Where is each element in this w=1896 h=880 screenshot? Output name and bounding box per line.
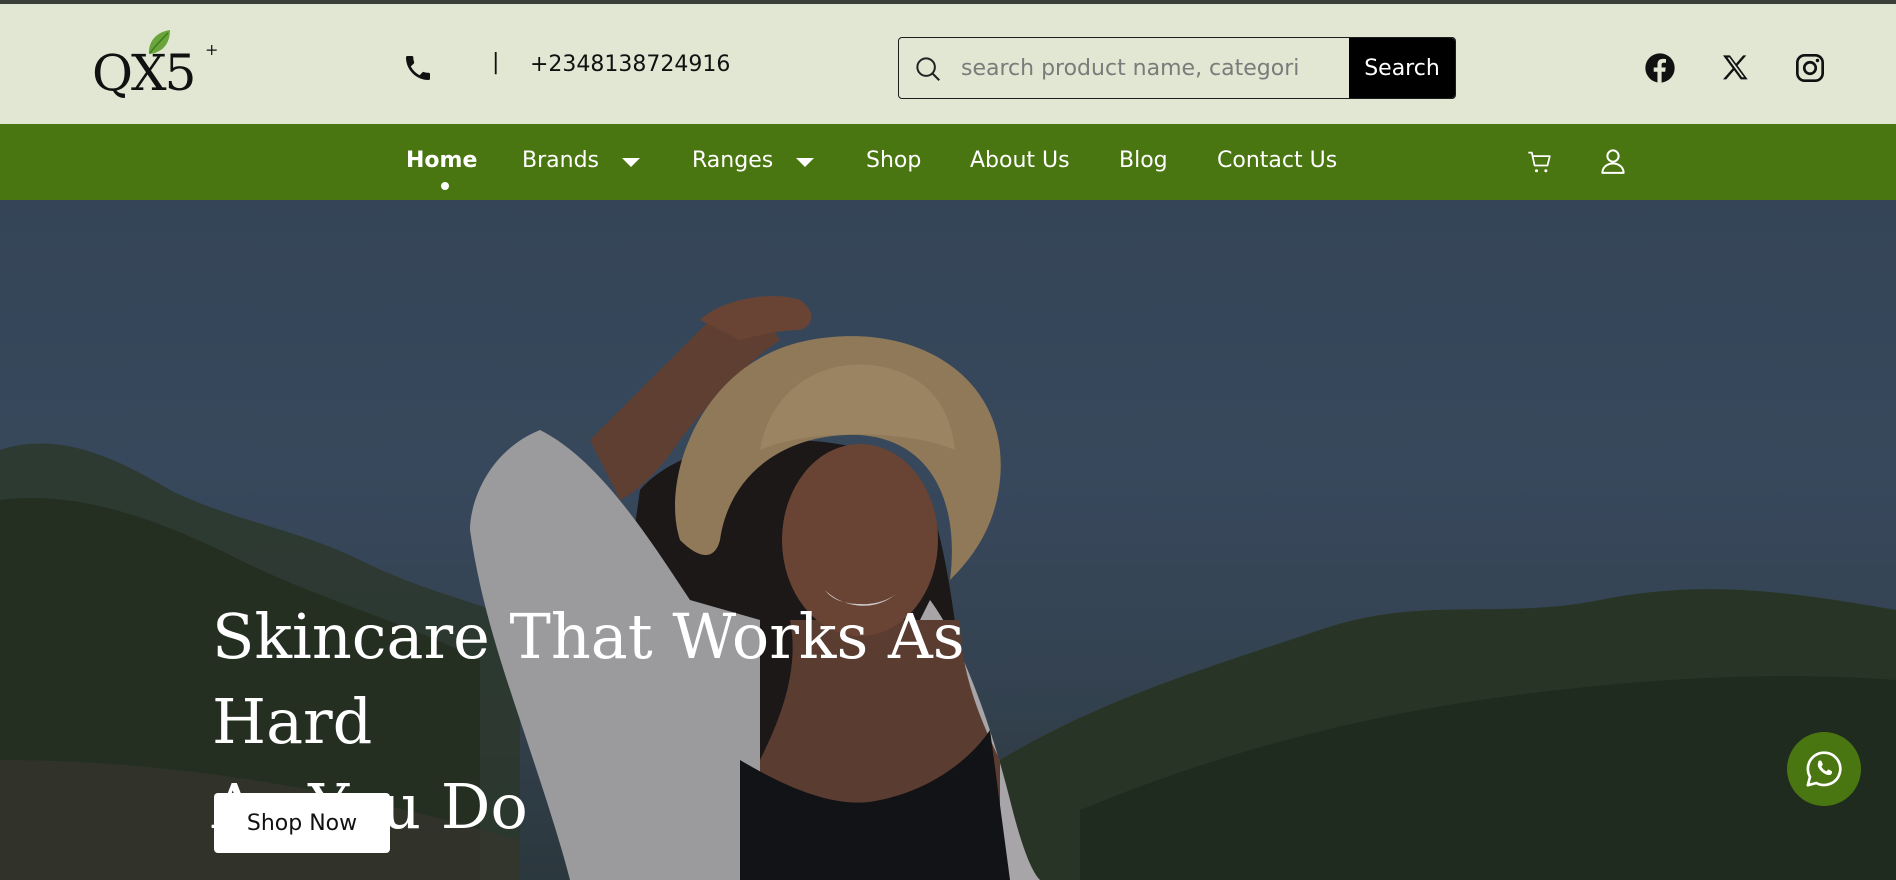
nav-item-about-us[interactable]: About Us <box>970 148 1070 173</box>
active-indicator <box>441 182 449 190</box>
logo-superscript: + <box>205 40 219 59</box>
shop-now-button[interactable]: Shop Now <box>214 793 390 853</box>
phone-icon <box>406 56 430 80</box>
search-input[interactable] <box>961 38 1349 98</box>
x-icon[interactable] <box>1719 52 1751 84</box>
cart-icon[interactable] <box>1526 148 1554 176</box>
nav-item-ranges[interactable]: Ranges <box>692 148 773 173</box>
phone-separator: | <box>492 50 500 75</box>
search-button[interactable]: Search <box>1349 38 1455 98</box>
nav-item-blog[interactable]: Blog <box>1119 148 1168 173</box>
site-header: QX5 + | +2348138724916 Search <box>0 4 1896 124</box>
nav-item-shop[interactable]: Shop <box>866 148 921 173</box>
logo[interactable]: QX5 + <box>92 28 222 112</box>
whatsapp-button[interactable] <box>1787 732 1861 806</box>
chevron-down-icon[interactable] <box>796 158 814 167</box>
nav-item-contact-us[interactable]: Contact Us <box>1217 148 1337 173</box>
nav-item-home[interactable]: Home <box>406 148 477 173</box>
chevron-down-icon[interactable] <box>622 158 640 167</box>
hero-banner: Skincare That Works As Hard As You Do Sh… <box>0 200 1896 880</box>
search-icon <box>916 57 940 81</box>
logo-text: QX5 <box>92 44 196 102</box>
phone-number[interactable]: +2348138724916 <box>530 52 730 77</box>
whatsapp-icon <box>1806 751 1842 787</box>
main-nav: Home Brands Ranges Shop About Us Blog Co… <box>0 124 1896 200</box>
nav-item-brands[interactable]: Brands <box>522 148 599 173</box>
user-icon[interactable] <box>1598 146 1628 176</box>
search-bar: Search <box>898 37 1456 99</box>
hero-title-line-1: Skincare That Works As Hard <box>212 600 965 758</box>
facebook-icon[interactable] <box>1644 52 1676 84</box>
instagram-icon[interactable] <box>1794 52 1826 84</box>
